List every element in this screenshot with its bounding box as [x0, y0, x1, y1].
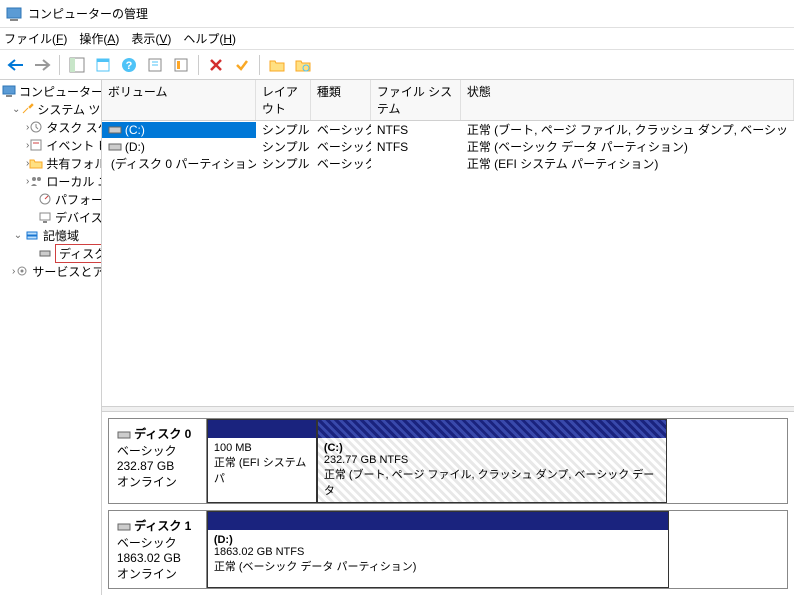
col-fs[interactable]: ファイル システム: [371, 80, 461, 120]
toolbar-separator: [59, 55, 60, 75]
tree-root[interactable]: コンピューターの管理 (ローカル): [0, 82, 101, 100]
col-volume[interactable]: ボリューム: [102, 80, 256, 120]
volume-list-header: ボリューム レイアウト 種類 ファイル システム 状態: [102, 80, 794, 121]
disk-info: ディスク 0ベーシック232.87 GBオンライン: [109, 419, 207, 503]
forward-button[interactable]: [30, 53, 54, 77]
navigation-tree[interactable]: コンピューターの管理 (ローカル) ⌄ システム ツール › タスク スケジュー…: [0, 80, 102, 595]
tree-storage[interactable]: ⌄ 記憶域: [0, 226, 101, 244]
help-button[interactable]: ?: [117, 53, 141, 77]
back-button[interactable]: [4, 53, 28, 77]
menu-action[interactable]: 操作(A): [79, 30, 119, 47]
col-layout[interactable]: レイアウト: [256, 80, 311, 120]
toolbar: ?: [0, 50, 794, 80]
settings-button[interactable]: [169, 53, 193, 77]
show-hide-tree-button[interactable]: [65, 53, 89, 77]
device-icon: [38, 209, 52, 225]
users-icon: [29, 173, 43, 189]
menu-view[interactable]: 表示(V): [131, 30, 171, 47]
properties-button[interactable]: [91, 53, 115, 77]
partition[interactable]: (D:)1863.02 GB NTFS正常 (ベーシック データ パーティション…: [207, 511, 669, 588]
volume-list[interactable]: (C:)シンプルベーシックNTFS正常 (ブート, ページ ファイル, クラッシ…: [102, 121, 794, 406]
tree-event-viewer[interactable]: › イベント ビューアー: [0, 136, 101, 154]
partition[interactable]: 100 MB正常 (EFI システム パ: [207, 419, 317, 503]
volume-row[interactable]: (C:)シンプルベーシックNTFS正常 (ブート, ページ ファイル, クラッシ…: [102, 121, 794, 138]
tree-device-manager[interactable]: デバイス マネージャー: [0, 208, 101, 226]
delete-button[interactable]: [204, 53, 228, 77]
tree-services-apps[interactable]: › サービスとアプリケーション: [0, 262, 101, 280]
window-title: コンピューターの管理: [28, 5, 148, 22]
svg-text:?: ?: [126, 60, 133, 72]
disk-info: ディスク 1ベーシック1863.02 GBオンライン: [109, 511, 207, 588]
performance-icon: [38, 191, 52, 207]
collapse-icon[interactable]: ⌄: [12, 230, 24, 241]
services-icon: [15, 263, 29, 279]
menu-file[interactable]: ファイル(F): [4, 30, 67, 47]
event-icon: [29, 137, 43, 153]
titlebar: コンピューターの管理: [0, 0, 794, 28]
volume-row[interactable]: (ディスク 0 パーティション 1)シンプルベーシック正常 (EFI システム …: [102, 155, 794, 172]
tree-disk-management[interactable]: ディスクの管理: [0, 244, 101, 262]
tree-task-scheduler[interactable]: › タスク スケジューラ: [0, 118, 101, 136]
tree-performance[interactable]: パフォーマンス: [0, 190, 101, 208]
tree-system-tools[interactable]: ⌄ システム ツール: [0, 100, 101, 118]
menu-help[interactable]: ヘルプ(H): [183, 30, 236, 47]
toolbar-separator: [198, 55, 199, 75]
disk-block[interactable]: ディスク 1ベーシック1863.02 GBオンライン(D:)1863.02 GB…: [108, 510, 788, 589]
refresh-button[interactable]: [143, 53, 167, 77]
storage-icon: [24, 227, 40, 243]
volume-row[interactable]: (D:)シンプルベーシックNTFS正常 (ベーシック データ パーティション): [102, 138, 794, 155]
menubar: ファイル(F) 操作(A) 表示(V) ヘルプ(H): [0, 28, 794, 50]
partition[interactable]: (C:)232.77 GB NTFS正常 (ブート, ページ ファイル, クラッ…: [317, 419, 667, 503]
computer-icon: [2, 83, 16, 99]
clock-icon: [29, 119, 43, 135]
disk-map[interactable]: ディスク 0ベーシック232.87 GBオンライン100 MB正常 (EFI シ…: [102, 412, 794, 595]
tree-shared-folders[interactable]: › 共有フォルダー: [0, 154, 101, 172]
disk-block[interactable]: ディスク 0ベーシック232.87 GBオンライン100 MB正常 (EFI シ…: [108, 418, 788, 504]
tools-icon: [20, 101, 34, 117]
collapse-icon[interactable]: ⌄: [12, 104, 20, 115]
toolbar-separator: [259, 55, 260, 75]
disk-icon: [38, 245, 52, 261]
tree-local-users[interactable]: › ローカル ユーザーとグループ: [0, 172, 101, 190]
col-status[interactable]: 状態: [461, 80, 794, 120]
col-type[interactable]: 種類: [311, 80, 371, 120]
shared-folder-icon: [29, 155, 43, 171]
search-button[interactable]: [291, 53, 315, 77]
check-button[interactable]: [230, 53, 254, 77]
app-icon: [6, 6, 22, 22]
folder-button[interactable]: [265, 53, 289, 77]
